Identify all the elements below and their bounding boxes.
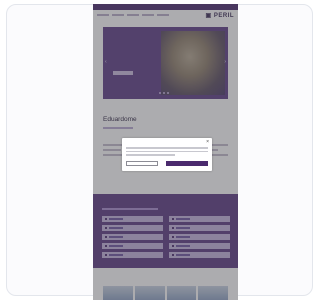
dialog-body bbox=[126, 147, 208, 158]
cookie-consent-dialog: × bbox=[122, 138, 212, 171]
close-icon[interactable]: × bbox=[206, 140, 209, 145]
settings-button[interactable] bbox=[126, 161, 158, 166]
accept-button[interactable] bbox=[166, 161, 208, 166]
